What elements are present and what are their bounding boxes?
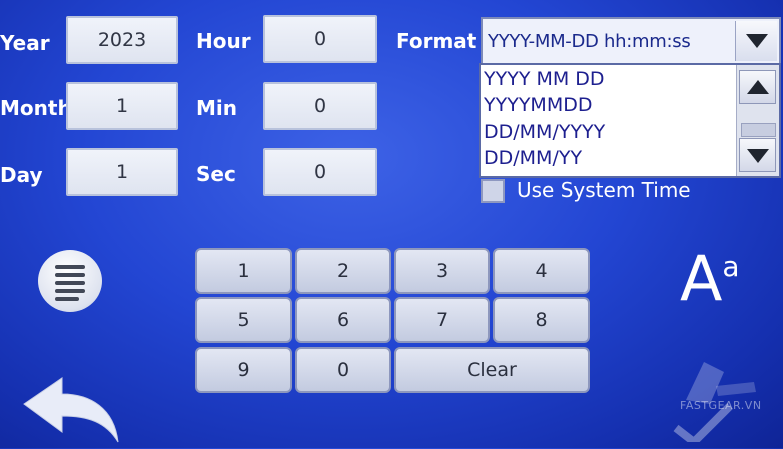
scroll-down-button[interactable] bbox=[739, 138, 776, 172]
watermark-text: FASTGEAR.VN bbox=[680, 399, 762, 412]
key-3[interactable]: 3 bbox=[394, 248, 490, 294]
format-label: Format bbox=[396, 29, 477, 53]
format-select[interactable]: YYYY-MM-DD hh:mm:ss bbox=[481, 17, 781, 65]
key-7[interactable]: 7 bbox=[394, 297, 490, 343]
day-label: Day bbox=[0, 163, 43, 187]
clear-button[interactable]: Clear bbox=[394, 347, 590, 393]
month-field[interactable]: 1 bbox=[66, 82, 178, 130]
key-8[interactable]: 8 bbox=[493, 297, 590, 343]
sec-label: Sec bbox=[196, 162, 236, 186]
min-field[interactable]: 0 bbox=[263, 82, 377, 130]
key-logo-icon bbox=[673, 362, 756, 448]
menu-icon-line bbox=[55, 289, 85, 293]
sec-field[interactable]: 0 bbox=[263, 148, 377, 196]
font-size-button[interactable]: Aa bbox=[680, 248, 740, 310]
key-1[interactable]: 1 bbox=[195, 248, 292, 294]
menu-icon-line bbox=[55, 297, 79, 301]
scroll-up-button[interactable] bbox=[739, 70, 776, 104]
menu-icon bbox=[55, 265, 85, 269]
format-dropdown-button[interactable] bbox=[735, 21, 777, 61]
key-0[interactable]: 0 bbox=[295, 347, 391, 393]
menu-icon-line bbox=[55, 281, 85, 285]
arrow-up-icon bbox=[747, 80, 769, 94]
format-selected-value: YYYY-MM-DD hh:mm:ss bbox=[488, 31, 691, 52]
use-system-time-checkbox[interactable] bbox=[481, 179, 505, 203]
key-2[interactable]: 2 bbox=[295, 248, 391, 294]
hour-field[interactable]: 0 bbox=[263, 15, 377, 63]
menu-button[interactable] bbox=[38, 250, 102, 312]
format-option[interactable]: DD/MM/YYYY bbox=[484, 121, 605, 143]
day-field[interactable]: 1 bbox=[66, 148, 178, 196]
menu-icon-line bbox=[55, 273, 85, 277]
format-option[interactable]: DD/MM/YY bbox=[484, 147, 582, 169]
format-option[interactable]: YYYY MM DD bbox=[484, 68, 605, 90]
font-size-icon-small: a bbox=[722, 250, 740, 283]
year-field[interactable]: 2023 bbox=[66, 16, 178, 64]
year-label: Year bbox=[0, 31, 50, 55]
key-4[interactable]: 4 bbox=[493, 248, 590, 294]
dropdown-scrollbar[interactable] bbox=[736, 65, 779, 176]
format-dropdown-list[interactable]: YYYY MM DD YYYYMMDD DD/MM/YYYY DD/MM/YY bbox=[479, 63, 781, 178]
min-label: Min bbox=[196, 96, 237, 120]
key-9[interactable]: 9 bbox=[195, 347, 292, 393]
scroll-thumb[interactable] bbox=[741, 123, 776, 137]
font-size-icon: A bbox=[680, 242, 723, 315]
use-system-time-label: Use System Time bbox=[517, 178, 691, 202]
chevron-down-icon bbox=[746, 34, 768, 48]
watermark-logo bbox=[668, 342, 778, 448]
format-option[interactable]: YYYYMMDD bbox=[484, 94, 592, 116]
key-5[interactable]: 5 bbox=[195, 297, 292, 343]
hour-label: Hour bbox=[196, 29, 251, 53]
back-arrow-icon bbox=[23, 377, 119, 443]
arrow-down-icon bbox=[747, 149, 769, 163]
month-label: Month bbox=[0, 96, 72, 120]
key-6[interactable]: 6 bbox=[295, 297, 391, 343]
back-button[interactable] bbox=[18, 372, 128, 449]
